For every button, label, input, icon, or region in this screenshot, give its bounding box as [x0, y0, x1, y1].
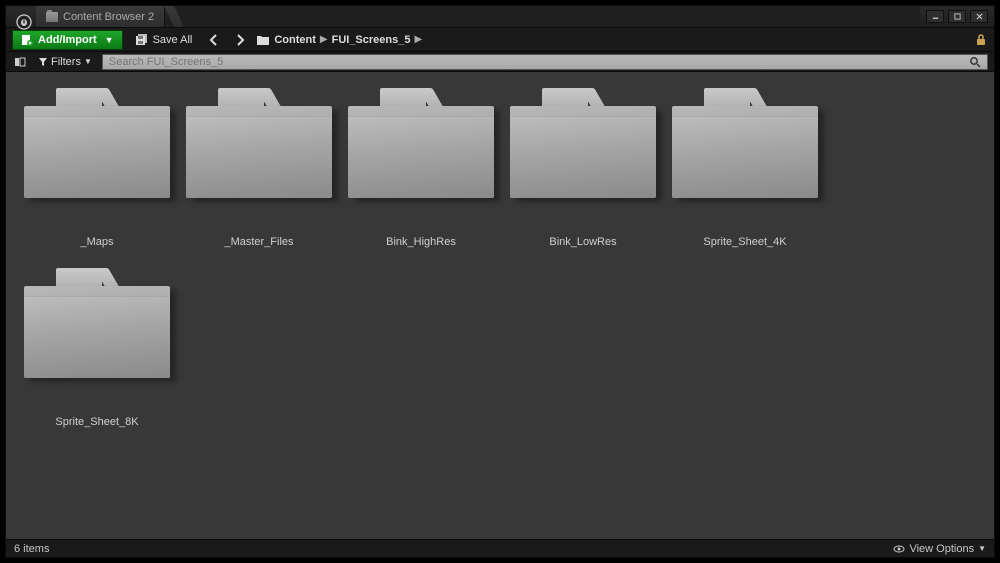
breadcrumb: Content ▶ FUI_Screens_5 ▶ — [256, 34, 422, 46]
close-button[interactable] — [970, 10, 988, 23]
folder-icon — [256, 34, 270, 46]
folder-icon — [24, 88, 170, 198]
add-import-label: Add/Import — [38, 34, 97, 46]
breadcrumb-seg-1[interactable]: FUI_Screens_5 — [332, 34, 411, 46]
folder-label: _Maps — [80, 236, 113, 248]
chevron-right-icon: ▶ — [320, 34, 328, 45]
toolbar: Add/Import ▼ Save All Content ▶ FUI_Scre… — [6, 28, 994, 52]
new-file-icon — [21, 34, 33, 46]
folder-item[interactable]: Bink_LowRes — [502, 82, 664, 262]
folder-icon — [348, 88, 494, 198]
lock-icon[interactable] — [974, 33, 988, 47]
funnel-icon — [38, 57, 48, 67]
nav-forward-button[interactable] — [230, 30, 250, 50]
folder-label: Sprite_Sheet_8K — [55, 416, 138, 428]
status-bar: 6 items View Options ▼ — [6, 539, 994, 557]
tab-title: Content Browser 2 — [63, 11, 154, 23]
filter-bar: Filters ▼ — [6, 52, 994, 72]
search-field-wrap — [102, 54, 988, 70]
folder-item[interactable]: Bink_HighRes — [340, 82, 502, 262]
view-options-label: View Options — [909, 543, 974, 555]
titlebar-spacer — [165, 6, 920, 27]
panel-toggle-icon — [14, 56, 26, 68]
arrow-left-icon — [207, 33, 221, 47]
chevron-right-icon: ▶ — [414, 34, 422, 45]
filters-button[interactable]: Filters ▼ — [32, 56, 98, 68]
toolbar-right — [974, 33, 988, 47]
filters-label: Filters — [51, 56, 81, 68]
unreal-logo-icon — [16, 14, 32, 30]
window-controls — [920, 6, 994, 27]
save-all-icon — [135, 33, 148, 46]
save-all-label: Save All — [153, 34, 193, 46]
eye-icon — [893, 543, 905, 555]
minimize-button[interactable] — [926, 10, 944, 23]
search-icon[interactable] — [969, 56, 981, 68]
folder-icon — [672, 88, 818, 198]
tab-folder-icon — [46, 12, 58, 22]
folder-icon — [510, 88, 656, 198]
folder-item[interactable]: Sprite_Sheet_4K — [664, 82, 826, 262]
arrow-right-icon — [233, 33, 247, 47]
nav-back-button[interactable] — [204, 30, 224, 50]
breadcrumb-seg-0[interactable]: Content — [274, 34, 316, 46]
folder-icon — [186, 88, 332, 198]
content-browser-window: Content Browser 2 Add/Import ▼ Save All … — [5, 5, 995, 558]
tab-content-browser[interactable]: Content Browser 2 — [36, 6, 165, 27]
folder-item[interactable]: _Maps — [16, 82, 178, 262]
chevron-down-icon: ▼ — [84, 57, 92, 66]
folder-label: Bink_HighRes — [386, 236, 456, 248]
folder-label: Bink_LowRes — [549, 236, 616, 248]
chevron-down-icon: ▼ — [105, 35, 114, 45]
item-count: 6 items — [14, 543, 49, 555]
maximize-button[interactable] — [948, 10, 966, 23]
content-area: _Maps _Master_Files Bink_HighRes Bink_Lo… — [6, 72, 994, 539]
folder-label: _Master_Files — [224, 236, 293, 248]
search-input[interactable] — [109, 56, 969, 68]
view-options-button[interactable]: View Options ▼ — [893, 543, 986, 555]
asset-grid: _Maps _Master_Files Bink_HighRes Bink_Lo… — [16, 82, 984, 442]
folder-item[interactable]: _Master_Files — [178, 82, 340, 262]
folder-icon — [24, 268, 170, 378]
sources-panel-toggle[interactable] — [12, 54, 28, 70]
folder-label: Sprite_Sheet_4K — [703, 236, 786, 248]
add-import-button[interactable]: Add/Import ▼ — [12, 30, 123, 50]
titlebar: Content Browser 2 — [6, 6, 994, 28]
save-all-button[interactable]: Save All — [129, 30, 199, 49]
chevron-down-icon: ▼ — [978, 544, 986, 553]
folder-item[interactable]: Sprite_Sheet_8K — [16, 262, 178, 442]
